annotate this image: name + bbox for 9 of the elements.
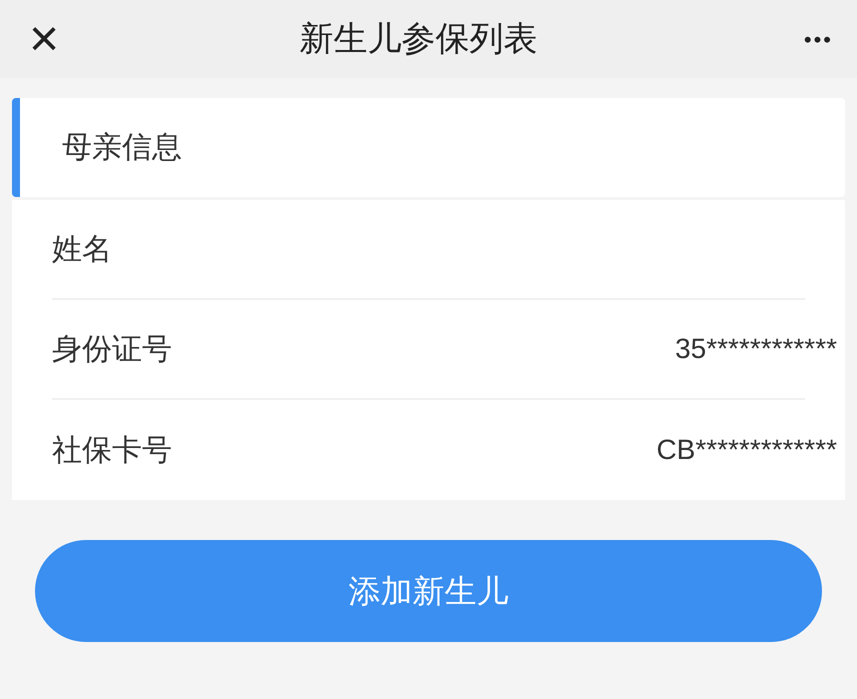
field-label: 身份证号 — [52, 332, 172, 368]
page-title: 新生儿参保列表 — [300, 18, 538, 60]
section-title: 母亲信息 — [62, 130, 182, 166]
close-button[interactable]: × — [24, 13, 64, 65]
field-value: CB************* — [656, 433, 837, 467]
field-label: 姓名 — [52, 232, 112, 268]
field-value: 35************ — [675, 332, 837, 366]
field-label: 社保卡号 — [52, 432, 172, 468]
more-button[interactable]: ••• — [773, 22, 833, 56]
